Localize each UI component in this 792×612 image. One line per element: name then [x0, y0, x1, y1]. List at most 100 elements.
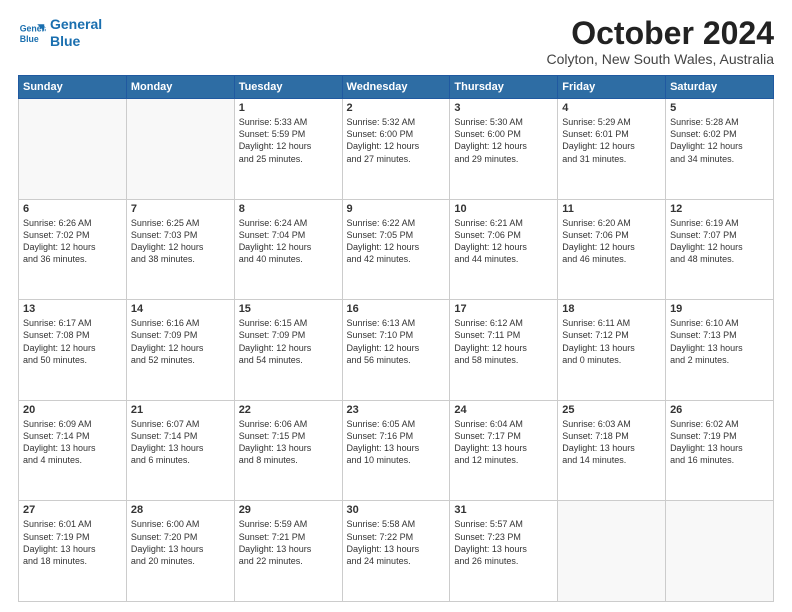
calendar-cell: 27 Sunrise: 6:01 AM Sunset: 7:19 PM Dayli…: [19, 501, 127, 602]
calendar-header-tuesday: Tuesday: [234, 76, 342, 99]
calendar-cell: 31Sunrise: 5:57 AM Sunset: 7:23 PM Dayli…: [450, 501, 558, 602]
day-info: Sunrise: 6:02 AM Sunset: 7:19 PM Dayligh…: [670, 418, 769, 467]
calendar-header-monday: Monday: [126, 76, 234, 99]
day-info: Sunrise: 6:10 AM Sunset: 7:13 PM Dayligh…: [670, 317, 769, 366]
logo-text: General Blue: [50, 16, 102, 50]
calendar-cell: 9 Sunrise: 6:22 AM Sunset: 7:05 PM Daylig…: [342, 199, 450, 300]
day-number: 9: [347, 203, 446, 215]
day-number: 6: [23, 203, 122, 215]
calendar-cell: 18 Sunrise: 6:11 AM Sunset: 7:12 PM Dayli…: [558, 300, 666, 401]
day-info: Sunrise: 5:58 AM Sunset: 7:22 PM Dayligh…: [347, 518, 446, 567]
day-info: Sunrise: 6:22 AM Sunset: 7:05 PM Dayligh…: [347, 217, 446, 266]
calendar-cell: 2Sunrise: 5:32 AM Sunset: 6:00 PM Daylig…: [342, 99, 450, 200]
day-info: Sunrise: 5:59 AM Sunset: 7:21 PM Dayligh…: [239, 518, 338, 567]
calendar-cell: 12 Sunrise: 6:19 AM Sunset: 7:07 PM Dayli…: [666, 199, 774, 300]
calendar-cell: [126, 99, 234, 200]
day-number: 18: [562, 303, 661, 315]
month-title: October 2024: [547, 16, 774, 51]
day-number: 28: [131, 504, 230, 516]
day-number: 20: [23, 404, 122, 416]
day-number: 29: [239, 504, 338, 516]
day-number: 16: [347, 303, 446, 315]
calendar-cell: 14Sunrise: 6:16 AM Sunset: 7:09 PM Dayli…: [126, 300, 234, 401]
day-number: 21: [131, 404, 230, 416]
calendar-cell: 1Sunrise: 5:33 AM Sunset: 5:59 PM Daylig…: [234, 99, 342, 200]
day-number: 8: [239, 203, 338, 215]
day-number: 13: [23, 303, 122, 315]
day-number: 25: [562, 404, 661, 416]
calendar-header-friday: Friday: [558, 76, 666, 99]
day-info: Sunrise: 6:20 AM Sunset: 7:06 PM Dayligh…: [562, 217, 661, 266]
day-info: Sunrise: 6:04 AM Sunset: 7:17 PM Dayligh…: [454, 418, 553, 467]
day-number: 30: [347, 504, 446, 516]
calendar-cell: 22 Sunrise: 6:06 AM Sunset: 7:15 PM Dayli…: [234, 400, 342, 501]
calendar-cell: 30 Sunrise: 5:58 AM Sunset: 7:22 PM Dayli…: [342, 501, 450, 602]
day-info: Sunrise: 6:01 AM Sunset: 7:19 PM Dayligh…: [23, 518, 122, 567]
header: General Blue General Blue October 2024 C…: [18, 16, 774, 67]
day-number: 17: [454, 303, 553, 315]
calendar-header-sunday: Sunday: [19, 76, 127, 99]
day-number: 5: [670, 102, 769, 114]
calendar-header-row: SundayMondayTuesdayWednesdayThursdayFrid…: [19, 76, 774, 99]
day-number: 22: [239, 404, 338, 416]
calendar-cell: 6 Sunrise: 6:26 AM Sunset: 7:02 PM Daylig…: [19, 199, 127, 300]
calendar-cell: 25Sunrise: 6:03 AM Sunset: 7:18 PM Dayli…: [558, 400, 666, 501]
calendar-cell: 8 Sunrise: 6:24 AM Sunset: 7:04 PM Daylig…: [234, 199, 342, 300]
svg-text:Blue: Blue: [20, 34, 39, 44]
title-block: October 2024 Colyton, New South Wales, A…: [547, 16, 774, 67]
page: General Blue General Blue October 2024 C…: [0, 0, 792, 612]
day-number: 4: [562, 102, 661, 114]
day-info: Sunrise: 5:28 AM Sunset: 6:02 PM Dayligh…: [670, 116, 769, 165]
calendar-cell: 20 Sunrise: 6:09 AM Sunset: 7:14 PM Dayli…: [19, 400, 127, 501]
day-info: Sunrise: 5:57 AM Sunset: 7:23 PM Dayligh…: [454, 518, 553, 567]
calendar-cell: 23 Sunrise: 6:05 AM Sunset: 7:16 PM Dayli…: [342, 400, 450, 501]
calendar-body: 1Sunrise: 5:33 AM Sunset: 5:59 PM Daylig…: [19, 99, 774, 602]
calendar-cell: 15Sunrise: 6:15 AM Sunset: 7:09 PM Dayli…: [234, 300, 342, 401]
day-number: 23: [347, 404, 446, 416]
calendar-cell: 7Sunrise: 6:25 AM Sunset: 7:03 PM Daylig…: [126, 199, 234, 300]
calendar-week-2: 6 Sunrise: 6:26 AM Sunset: 7:02 PM Daylig…: [19, 199, 774, 300]
logo-icon: General Blue: [18, 19, 46, 47]
day-info: Sunrise: 5:29 AM Sunset: 6:01 PM Dayligh…: [562, 116, 661, 165]
day-info: Sunrise: 6:12 AM Sunset: 7:11 PM Dayligh…: [454, 317, 553, 366]
calendar-cell: [558, 501, 666, 602]
calendar-cell: 29 Sunrise: 5:59 AM Sunset: 7:21 PM Dayli…: [234, 501, 342, 602]
logo: General Blue General Blue: [18, 16, 102, 50]
day-info: Sunrise: 6:15 AM Sunset: 7:09 PM Dayligh…: [239, 317, 338, 366]
day-info: Sunrise: 6:09 AM Sunset: 7:14 PM Dayligh…: [23, 418, 122, 467]
day-info: Sunrise: 6:07 AM Sunset: 7:14 PM Dayligh…: [131, 418, 230, 467]
calendar-cell: 16Sunrise: 6:13 AM Sunset: 7:10 PM Dayli…: [342, 300, 450, 401]
day-info: Sunrise: 6:24 AM Sunset: 7:04 PM Dayligh…: [239, 217, 338, 266]
calendar-cell: 26Sunrise: 6:02 AM Sunset: 7:19 PM Dayli…: [666, 400, 774, 501]
day-info: Sunrise: 6:05 AM Sunset: 7:16 PM Dayligh…: [347, 418, 446, 467]
day-info: Sunrise: 6:21 AM Sunset: 7:06 PM Dayligh…: [454, 217, 553, 266]
day-info: Sunrise: 6:25 AM Sunset: 7:03 PM Dayligh…: [131, 217, 230, 266]
day-info: Sunrise: 6:06 AM Sunset: 7:15 PM Dayligh…: [239, 418, 338, 467]
day-info: Sunrise: 6:17 AM Sunset: 7:08 PM Dayligh…: [23, 317, 122, 366]
calendar-week-1: 1Sunrise: 5:33 AM Sunset: 5:59 PM Daylig…: [19, 99, 774, 200]
day-info: Sunrise: 6:11 AM Sunset: 7:12 PM Dayligh…: [562, 317, 661, 366]
day-number: 1: [239, 102, 338, 114]
calendar-header-thursday: Thursday: [450, 76, 558, 99]
calendar-header-saturday: Saturday: [666, 76, 774, 99]
day-number: 14: [131, 303, 230, 315]
calendar-cell: 11 Sunrise: 6:20 AM Sunset: 7:06 PM Dayli…: [558, 199, 666, 300]
calendar-cell: [666, 501, 774, 602]
day-number: 12: [670, 203, 769, 215]
day-number: 2: [347, 102, 446, 114]
calendar-cell: [19, 99, 127, 200]
calendar-cell: 13 Sunrise: 6:17 AM Sunset: 7:08 PM Dayli…: [19, 300, 127, 401]
day-info: Sunrise: 6:19 AM Sunset: 7:07 PM Dayligh…: [670, 217, 769, 266]
day-number: 11: [562, 203, 661, 215]
calendar-cell: 5 Sunrise: 5:28 AM Sunset: 6:02 PM Daylig…: [666, 99, 774, 200]
day-number: 27: [23, 504, 122, 516]
location: Colyton, New South Wales, Australia: [547, 51, 774, 67]
calendar-week-5: 27 Sunrise: 6:01 AM Sunset: 7:19 PM Dayli…: [19, 501, 774, 602]
day-info: Sunrise: 6:26 AM Sunset: 7:02 PM Dayligh…: [23, 217, 122, 266]
calendar-cell: 10Sunrise: 6:21 AM Sunset: 7:06 PM Dayli…: [450, 199, 558, 300]
calendar-week-3: 13 Sunrise: 6:17 AM Sunset: 7:08 PM Dayli…: [19, 300, 774, 401]
day-number: 3: [454, 102, 553, 114]
day-info: Sunrise: 5:30 AM Sunset: 6:00 PM Dayligh…: [454, 116, 553, 165]
calendar-cell: 21 Sunrise: 6:07 AM Sunset: 7:14 PM Dayli…: [126, 400, 234, 501]
calendar-cell: 24Sunrise: 6:04 AM Sunset: 7:17 PM Dayli…: [450, 400, 558, 501]
